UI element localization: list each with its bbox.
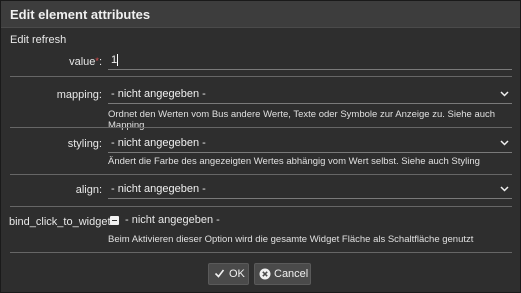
mapping-select[interactable]: - nicht angegeben - bbox=[108, 85, 512, 104]
align-select[interactable]: - nicht angegeben - bbox=[108, 180, 512, 199]
cancel-button[interactable]: Cancel bbox=[254, 263, 311, 285]
bind-click-description: Beim Aktivieren dieser Option wird die g… bbox=[108, 234, 474, 245]
value-label-colon: : bbox=[98, 56, 102, 68]
bind-click-state[interactable]: - nicht angegeben - bbox=[125, 214, 220, 226]
checkmark-icon bbox=[214, 269, 225, 278]
ok-button-label: OK bbox=[229, 268, 245, 280]
value-label: value*: bbox=[9, 56, 102, 68]
mapping-selected-value: - nicht angegeben - bbox=[111, 88, 206, 100]
cancel-circle-icon bbox=[259, 268, 271, 280]
divider bbox=[10, 76, 512, 77]
dialog-title: Edit element attributes bbox=[10, 7, 151, 22]
divider bbox=[10, 127, 512, 128]
divider bbox=[10, 174, 512, 175]
dialog-titlebar[interactable]: Edit element attributes bbox=[1, 1, 520, 28]
cancel-button-label: Cancel bbox=[274, 268, 309, 280]
styling-label: styling: bbox=[67, 138, 102, 150]
value-label-text: value bbox=[69, 56, 96, 68]
align-label: align: bbox=[75, 184, 102, 196]
mapping-label: mapping: bbox=[56, 89, 102, 101]
styling-select[interactable]: - nicht angegeben - bbox=[108, 134, 512, 153]
align-selected-value: - nicht angegeben - bbox=[111, 183, 206, 195]
text-cursor bbox=[117, 54, 118, 66]
divider bbox=[10, 206, 512, 207]
section-title: Edit refresh bbox=[10, 34, 67, 46]
value-input[interactable]: 1 bbox=[108, 51, 512, 70]
chevron-down-icon bbox=[500, 186, 509, 192]
divider bbox=[10, 252, 512, 253]
chevron-down-icon bbox=[500, 140, 509, 146]
bind-click-label: bind_click_to_widget: bbox=[9, 216, 114, 228]
bind-click-checkbox[interactable] bbox=[110, 216, 119, 225]
edit-attributes-dialog: Edit element attributes Edit refresh val… bbox=[0, 0, 521, 293]
chevron-down-icon bbox=[500, 91, 509, 97]
styling-description: Ändert die Farbe des angezeigten Wertes … bbox=[108, 156, 480, 167]
styling-selected-value: - nicht angegeben - bbox=[111, 137, 206, 149]
ok-button[interactable]: OK bbox=[208, 263, 249, 285]
